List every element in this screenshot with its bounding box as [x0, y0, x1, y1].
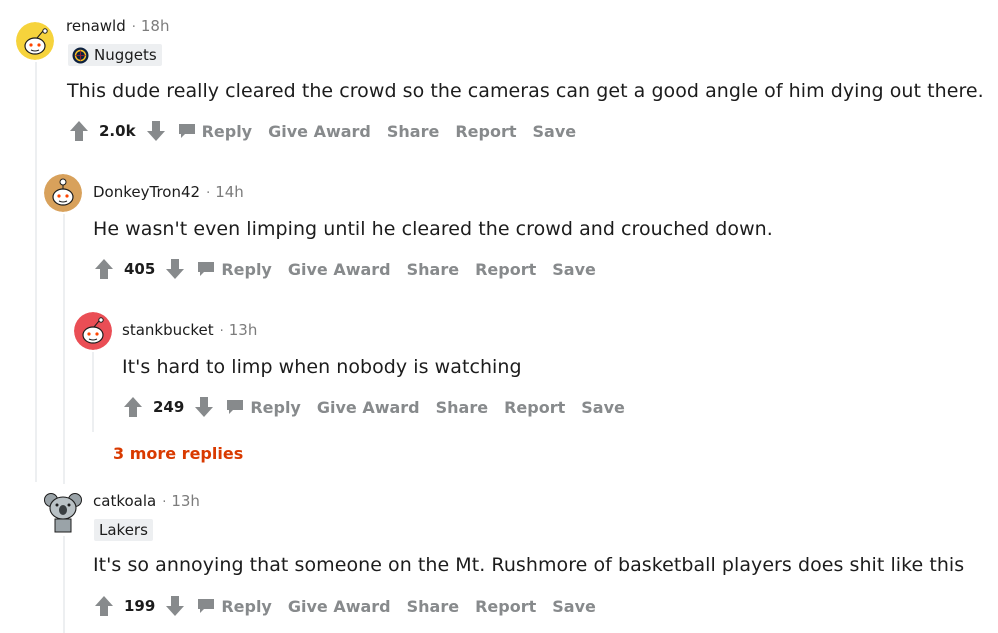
timestamp[interactable]: 14h [215, 183, 244, 201]
comment-meta: stankbucket · 13h [122, 321, 257, 339]
vote-score: 199 [124, 597, 156, 615]
comment-meta: DonkeyTron42 · 14h [93, 183, 244, 201]
comment-body: It's so annoying that someone on the Mt.… [93, 554, 965, 576]
give-award-button[interactable]: Give Award [288, 597, 391, 616]
vote-score: 249 [153, 398, 185, 416]
avatar[interactable] [44, 488, 82, 533]
reply-label: Reply [250, 397, 301, 417]
upvote-arrow-icon [124, 397, 142, 417]
separator: · [131, 20, 136, 35]
timestamp[interactable]: 18h [141, 17, 170, 35]
nuggets-icon [72, 47, 89, 63]
comment-bubble-icon [178, 124, 195, 138]
comment-bubble-icon [227, 400, 244, 414]
more-replies-link[interactable]: 3 more replies [113, 444, 243, 463]
report-button[interactable]: Report [455, 122, 516, 141]
save-button[interactable]: Save [581, 398, 625, 417]
separator: · [162, 495, 167, 510]
snoo-yellow-avatar-icon [16, 22, 54, 60]
downvote-arrow-icon [166, 259, 185, 279]
avatar[interactable] [44, 174, 82, 212]
separator: · [206, 186, 211, 201]
downvote-arrow-icon [195, 397, 214, 417]
upvote-button[interactable] [92, 594, 116, 618]
comment-body: He wasn't even limping until he cleared … [93, 218, 773, 240]
timestamp[interactable]: 13h [171, 492, 200, 510]
share-button[interactable]: Share [436, 398, 488, 417]
username[interactable]: renawld [66, 17, 126, 35]
share-button[interactable]: Share [407, 597, 459, 616]
comment-actions: 249 Reply Give Award Share Report Save [121, 393, 641, 421]
avatar[interactable] [74, 312, 112, 350]
snoo-orange-avatar-icon [44, 174, 82, 212]
user-flair: Nuggets [68, 44, 162, 66]
comment-body: It's hard to limp when nobody is watchin… [122, 356, 522, 378]
avatar[interactable] [16, 22, 54, 60]
upvote-button[interactable] [121, 395, 145, 419]
save-button[interactable]: Save [552, 260, 596, 279]
username[interactable]: catkoala [93, 492, 156, 510]
timestamp[interactable]: 13h [229, 321, 258, 339]
upvote-arrow-icon [70, 121, 88, 141]
comment-bubble-icon [198, 262, 215, 276]
flair-label: Nuggets [94, 46, 157, 64]
comment-meta: renawld · 18h [66, 17, 169, 35]
user-flair: Lakers [94, 519, 153, 541]
downvote-arrow-icon [146, 121, 165, 141]
comment-bubble-icon [198, 599, 215, 613]
upvote-button[interactable] [67, 119, 91, 143]
downvote-arrow-icon [166, 596, 185, 616]
separator: · [219, 324, 224, 339]
reply-button[interactable]: Reply [226, 398, 301, 417]
share-button[interactable]: Share [407, 260, 459, 279]
downvote-button[interactable] [192, 395, 216, 419]
username[interactable]: DonkeyTron42 [93, 183, 200, 201]
username[interactable]: stankbucket [122, 321, 214, 339]
reply-button[interactable]: Reply [197, 260, 272, 279]
flair-label: Lakers [99, 521, 148, 539]
save-button[interactable]: Save [533, 122, 577, 141]
snoo-red-avatar-icon [74, 312, 112, 350]
reply-label: Reply [221, 259, 272, 279]
give-award-button[interactable]: Give Award [317, 398, 420, 417]
reply-label: Reply [221, 596, 272, 616]
reply-button[interactable]: Reply [178, 121, 253, 141]
comment-body: This dude really cleared the crowd so th… [67, 80, 984, 102]
save-button[interactable]: Save [552, 597, 596, 616]
downvote-button[interactable] [163, 257, 187, 281]
comment-actions: 2.0k Reply Give Award Share Report Save [67, 117, 592, 145]
vote-score: 405 [124, 260, 156, 278]
upvote-arrow-icon [95, 259, 113, 279]
reply-label: Reply [201, 121, 253, 141]
snoo-koala-avatar-icon [44, 493, 82, 533]
upvote-button[interactable] [92, 257, 116, 281]
give-award-button[interactable]: Give Award [288, 260, 391, 279]
thread-line-donkeytron[interactable] [63, 214, 65, 484]
report-button[interactable]: Report [475, 597, 536, 616]
report-button[interactable]: Report [475, 260, 536, 279]
report-button[interactable]: Report [504, 398, 565, 417]
comment-actions: 405 Reply Give Award Share Report Save [92, 255, 612, 283]
comment-actions: 199 Reply Give Award Share Report Save [92, 592, 612, 620]
vote-score: 2.0k [99, 122, 136, 140]
give-award-button[interactable]: Give Award [268, 122, 371, 141]
downvote-button[interactable] [144, 119, 168, 143]
comment-meta: catkoala · 13h [93, 492, 200, 510]
thread-line-root[interactable] [35, 62, 37, 482]
upvote-arrow-icon [95, 596, 113, 616]
downvote-button[interactable] [163, 594, 187, 618]
reply-button[interactable]: Reply [197, 597, 272, 616]
thread-line-catkoala[interactable] [63, 536, 65, 633]
share-button[interactable]: Share [387, 122, 439, 141]
thread-line-stankbucket[interactable] [92, 352, 94, 432]
